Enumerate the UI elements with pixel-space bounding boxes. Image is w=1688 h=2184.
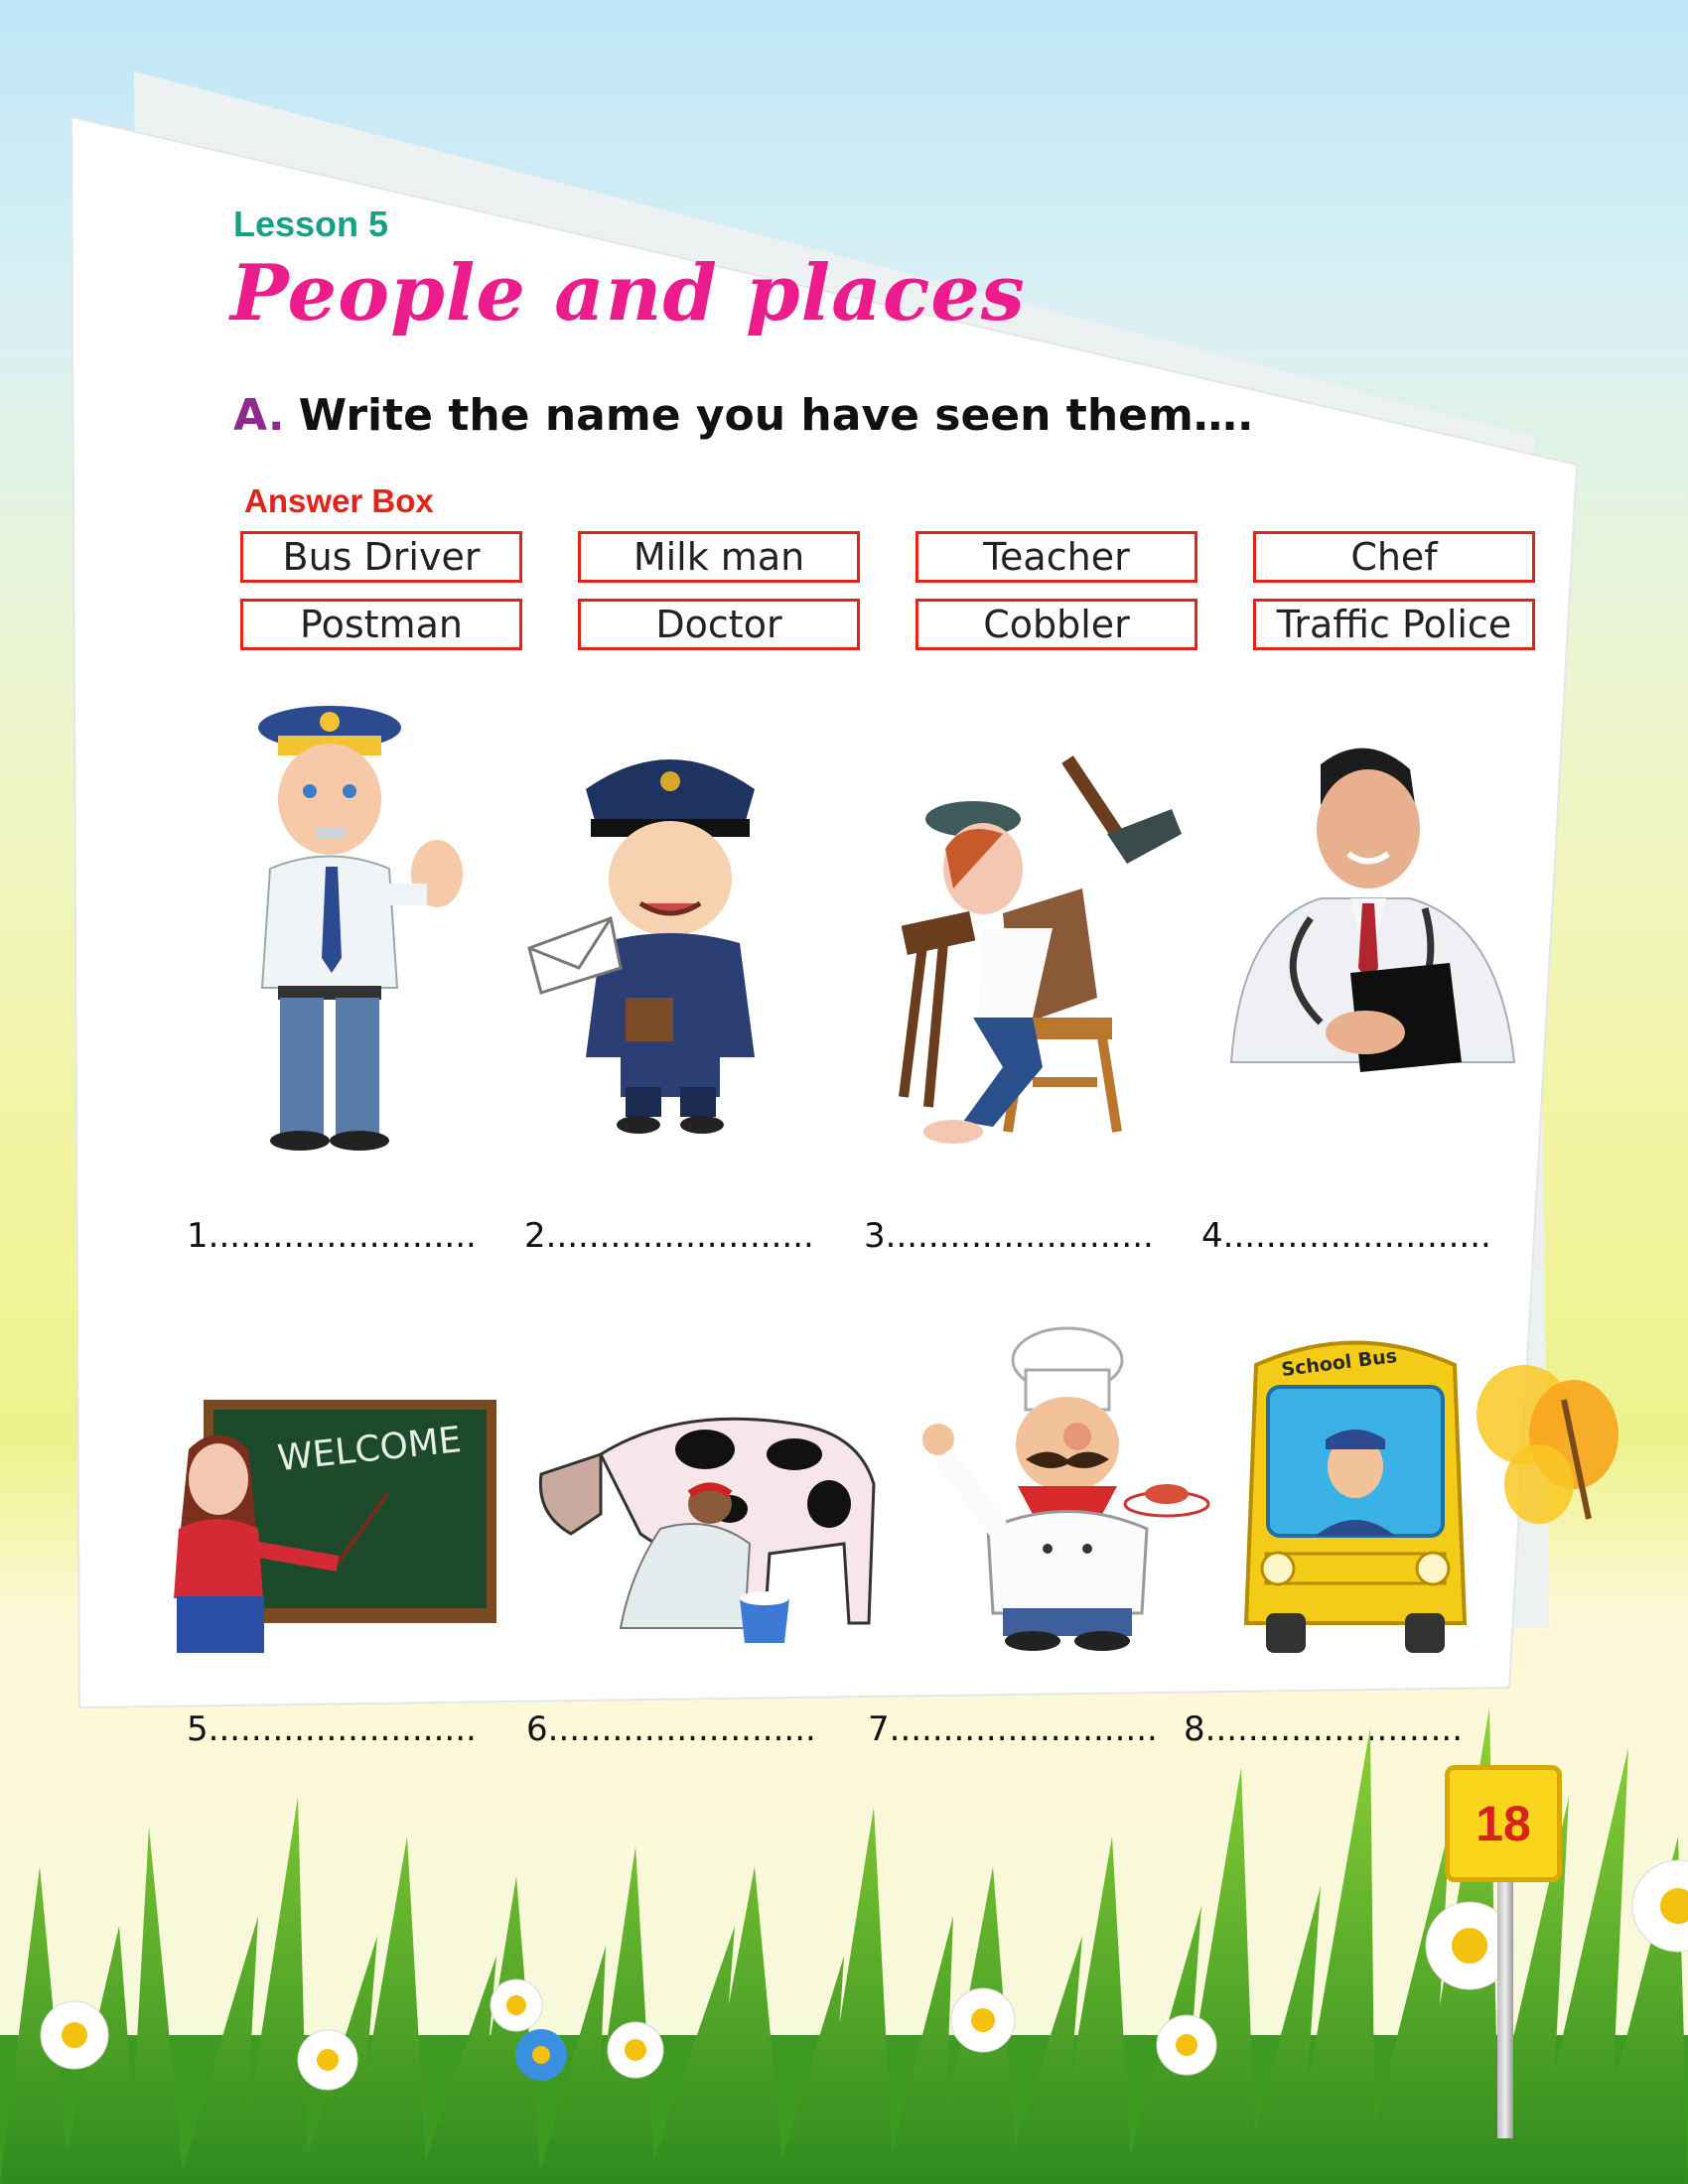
answer-word: Traffic Police (1253, 599, 1535, 650)
milkman-icon (538, 1417, 876, 1643)
answer-blank-4[interactable]: 4......................... (1201, 1216, 1491, 1256)
answer-blank-3[interactable]: 3......................... (864, 1216, 1154, 1256)
instruction: A. Write the name you have seen them…. (233, 390, 1254, 441)
answer-word: Teacher (915, 531, 1197, 583)
answer-word: Postman (240, 599, 522, 650)
answer-word: Milk man (578, 531, 860, 583)
cobbler-icon (899, 755, 1182, 1144)
answer-word: Chef (1253, 531, 1535, 583)
doctor-icon (1229, 748, 1516, 1072)
answer-blank-2[interactable]: 2......................... (524, 1216, 814, 1256)
answer-word: Bus Driver (240, 531, 522, 583)
answer-blank-1[interactable]: 1......................... (187, 1216, 477, 1256)
instruction-marker: A. (233, 390, 285, 441)
postman-icon (527, 759, 755, 1134)
page-title: People and places (230, 248, 1026, 339)
chef-icon (922, 1326, 1210, 1651)
teacher-icon: WELCOME (174, 1400, 496, 1653)
page-number: 18 (1445, 1765, 1562, 1882)
instruction-text: Write the name you have seen them…. (298, 390, 1254, 441)
butterfly-icon (1477, 1365, 1618, 1524)
answer-word: Cobbler (915, 599, 1197, 650)
answer-box-label: Answer Box (244, 482, 434, 519)
answer-box: Bus Driver Milk man Teacher Chef Postman… (240, 531, 1535, 650)
bus-driver-icon: School Bus (1243, 1340, 1468, 1653)
grass-decoration (0, 1707, 1688, 2184)
sign-post (1497, 1880, 1513, 2138)
lesson-label: Lesson 5 (233, 204, 389, 244)
traffic-police-icon (258, 706, 463, 1151)
answer-word: Doctor (578, 599, 860, 650)
